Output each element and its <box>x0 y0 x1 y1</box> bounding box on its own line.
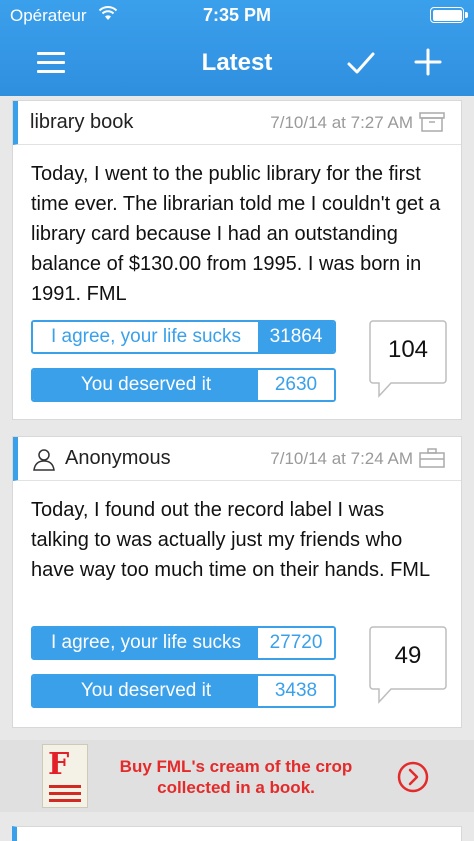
post-title: library book <box>30 111 134 133</box>
post-header: Anonymous 7/10/14 at 7:24 AM <box>13 437 461 481</box>
comment-count: 49 <box>394 642 422 669</box>
deserved-count: 2630 <box>258 370 334 400</box>
deserved-label: You deserved it <box>33 676 259 706</box>
agree-button[interactable]: I agree, your life sucks 27720 <box>31 626 336 660</box>
deserved-count: 3438 <box>258 676 334 706</box>
post-body: Today, I went to the public library for … <box>31 163 441 305</box>
agree-label: I agree, your life sucks <box>33 322 259 352</box>
post-date: 7/10/14 at 7:27 AM <box>270 113 413 132</box>
comments-button[interactable]: 49 <box>369 626 447 710</box>
agree-label: I agree, your life sucks <box>33 628 259 658</box>
post-date: 7/10/14 at 7:24 AM <box>270 449 413 468</box>
archive-icon[interactable] <box>419 111 445 133</box>
comments-button[interactable]: 104 <box>369 320 447 404</box>
deserved-button[interactable]: You deserved it 2630 <box>31 368 336 402</box>
ad-banner[interactable]: F Buy FML's cream of the crop collected … <box>0 740 474 812</box>
comment-count: 104 <box>387 336 429 363</box>
briefcase-icon[interactable] <box>419 447 445 469</box>
agree-button[interactable]: I agree, your life sucks 31864 <box>31 320 336 354</box>
post-card: library book 7/10/14 at 7:27 AM Today, I… <box>12 100 462 420</box>
post-author: Anonymous <box>65 447 171 469</box>
post-card: Anonymous 7/10/14 at 7:24 AM Today, I fo… <box>12 436 462 728</box>
agree-count: 27720 <box>258 628 334 658</box>
checkmark-icon[interactable] <box>346 48 376 78</box>
status-bar: Opérateur 7:35 PM <box>0 0 474 30</box>
post-card <box>12 826 462 841</box>
chevron-right-circle-icon[interactable] <box>397 761 429 793</box>
top-bar: Opérateur 7:35 PM Latest <box>0 0 474 96</box>
post-body: Today, I found out the record label I wa… <box>31 499 431 581</box>
battery-icon <box>430 7 468 23</box>
agree-count: 31864 <box>258 322 334 352</box>
book-cover-image: F <box>42 744 88 808</box>
deserved-label: You deserved it <box>33 370 259 400</box>
post-header: library book 7/10/14 at 7:27 AM <box>13 101 461 145</box>
clock-time: 7:35 PM <box>202 5 272 25</box>
user-icon <box>33 449 55 471</box>
nav-bar: Latest <box>0 30 474 96</box>
plus-icon[interactable] <box>414 48 442 76</box>
deserved-button[interactable]: You deserved it 3438 <box>31 674 336 708</box>
ad-text: Buy FML's cream of the crop collected in… <box>119 757 353 797</box>
page-title: Latest <box>201 49 273 76</box>
